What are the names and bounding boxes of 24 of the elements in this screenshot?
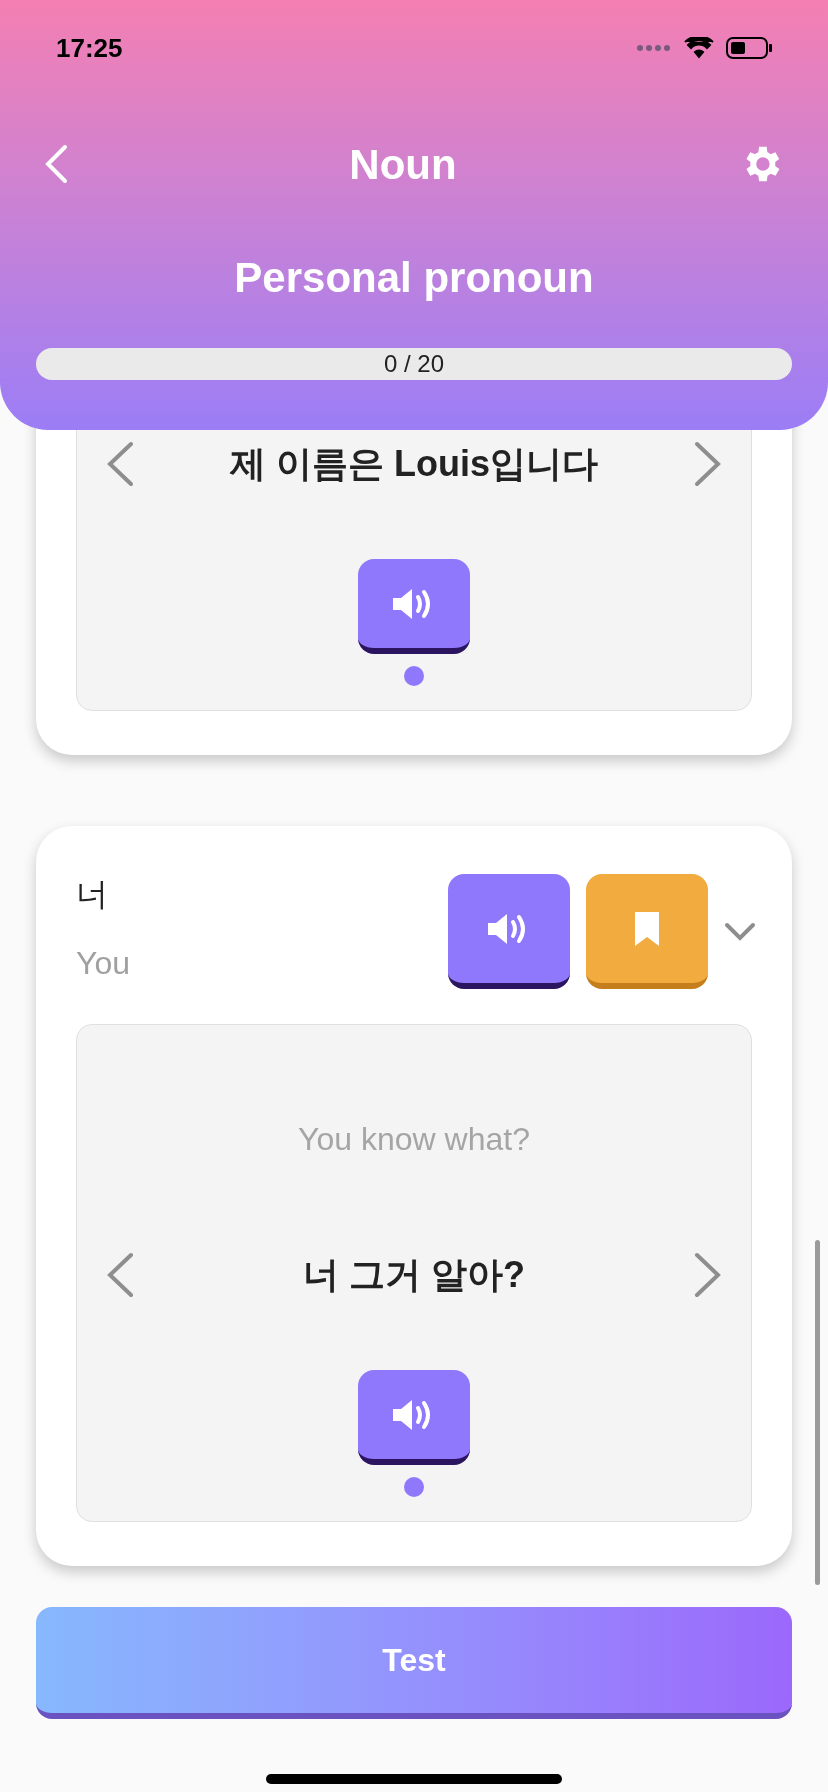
sentence-text: 제 이름은 Louis입니다 xyxy=(230,442,598,486)
bookmark-icon xyxy=(633,909,661,948)
next-icon[interactable] xyxy=(693,441,723,487)
play-button[interactable] xyxy=(448,874,570,989)
progress-text: 0 / 20 xyxy=(383,349,444,379)
meaning-text: You xyxy=(76,945,130,982)
page-title: Noun xyxy=(349,139,457,190)
next-icon[interactable] xyxy=(693,1252,723,1298)
word-text: 너 xyxy=(76,876,109,913)
status-time: 17:25 xyxy=(56,31,123,65)
lesson-title: Personal pronoun xyxy=(233,254,595,302)
previous-icon[interactable] xyxy=(105,1252,135,1298)
chevron-down-icon[interactable] xyxy=(724,921,756,942)
battery-icon xyxy=(726,37,772,59)
previous-icon[interactable] xyxy=(105,441,135,487)
test-button[interactable]: Test xyxy=(36,1607,792,1719)
sentence-text: 너 그거 알아? xyxy=(303,1253,525,1297)
play-button[interactable] xyxy=(358,1370,470,1465)
signal-icon xyxy=(636,44,672,52)
back-button[interactable] xyxy=(44,144,68,184)
play-button[interactable] xyxy=(358,559,470,654)
wifi-icon xyxy=(684,37,714,59)
translation-text: You know what? xyxy=(298,1121,530,1158)
bookmark-button[interactable] xyxy=(586,874,708,989)
